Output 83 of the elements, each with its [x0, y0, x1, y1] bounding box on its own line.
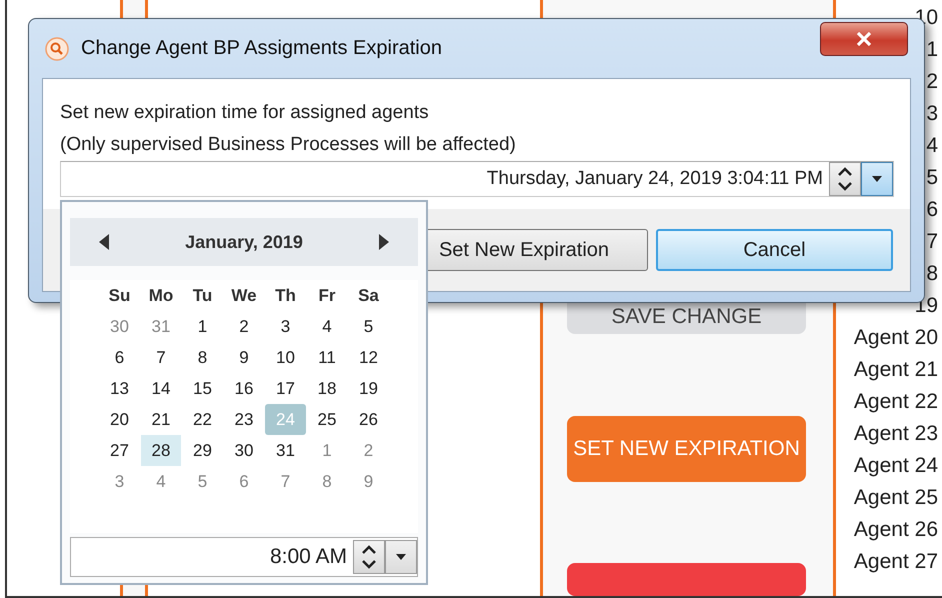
agent-item[interactable]: 7 — [926, 226, 938, 258]
message-text: (Only supervised Business Processes will be affected) — [60, 133, 517, 157]
calendar-day[interactable]: 13 — [99, 373, 140, 404]
calendar-day[interactable]: 4 — [306, 311, 348, 342]
calendar-day[interactable]: 4 — [140, 466, 182, 497]
calendar-day[interactable]: 7 — [140, 342, 182, 373]
agent-item[interactable]: Agent 27 — [854, 546, 938, 578]
calendar-day[interactable]: 2 — [224, 311, 264, 342]
calendar-day[interactable]: 20 — [99, 404, 140, 435]
agent-item[interactable]: 8 — [926, 258, 938, 290]
calendar-day[interactable]: 1 — [182, 311, 223, 342]
calendar-day[interactable]: 2 — [348, 435, 389, 466]
agent-item[interactable]: Agent 26 — [854, 514, 938, 546]
panel-button[interactable] — [567, 562, 806, 596]
window-title: Change Agent BP Assigments Expiration — [81, 37, 442, 60]
calendar-day[interactable]: 5 — [348, 311, 389, 342]
caret-icon[interactable] — [395, 553, 407, 561]
weekday-label: We — [230, 284, 258, 306]
calendar-day[interactable]: 30 — [99, 311, 140, 342]
calendar-day[interactable]: 16 — [224, 373, 264, 404]
calendar-day[interactable]: 6 — [99, 342, 140, 373]
calendar-day[interactable]: 17 — [265, 373, 306, 404]
calendar-day[interactable]: 1 — [306, 435, 348, 466]
calendar-day[interactable]: 25 — [306, 404, 348, 435]
agent-item[interactable]: 2 — [926, 66, 938, 98]
weekday-label: Sa — [357, 284, 380, 306]
calendar-day[interactable]: 12 — [348, 342, 389, 373]
calendar-day[interactable]: 6 — [224, 466, 264, 497]
calendar-day[interactable]: 18 — [306, 373, 348, 404]
calendar-day[interactable]: 31 — [140, 311, 182, 342]
calendar-day[interactable]: 3 — [265, 311, 306, 342]
calendar-day[interactable]: 31 — [265, 435, 306, 466]
next-month-icon[interactable] — [378, 234, 390, 250]
dropdown-button[interactable] — [861, 162, 893, 196]
previous-month-icon[interactable] — [98, 234, 110, 250]
date-field[interactable]: Thursday, January 24, 2019 3:04:11 PM — [60, 161, 894, 197]
close-button[interactable] — [820, 22, 908, 56]
calendar-day[interactable]: 22 — [182, 404, 223, 435]
caret-icon[interactable] — [871, 175, 883, 183]
agent-item[interactable]: 4 — [926, 130, 938, 162]
calendar-day[interactable]: 29 — [182, 435, 223, 466]
calendar-day[interactable]: 30 — [224, 435, 264, 466]
calendar-day[interactable]: 11 — [306, 342, 348, 373]
calendar-day[interactable]: 19 — [348, 373, 389, 404]
agent-item[interactable]: Agent 25 — [854, 482, 938, 514]
weekday-label: Su — [108, 284, 132, 306]
calendar-day[interactable]: 8 — [306, 466, 348, 497]
weekday-label: Tu — [192, 284, 214, 306]
calendar-day[interactable]: 5 — [182, 466, 223, 497]
month-label: January, 2019 — [185, 232, 303, 252]
agent-item[interactable]: 6 — [926, 194, 938, 226]
agent-item[interactable]: Agent 22 — [854, 386, 938, 418]
weekday-label: Fr — [318, 284, 336, 306]
calendar-day[interactable]: 8 — [182, 342, 223, 373]
agent-item[interactable]: Agent 20 — [854, 322, 938, 354]
spin-buttons[interactable] — [353, 540, 385, 574]
agent-item[interactable]: 5 — [926, 162, 938, 194]
close-icon[interactable] — [856, 32, 872, 46]
agent-item[interactable]: 1 — [926, 34, 938, 66]
spin-buttons[interactable] — [829, 162, 861, 196]
calendar-day[interactable]: 21 — [140, 404, 182, 435]
calendar-day[interactable]: 15 — [182, 373, 223, 404]
calendar-day[interactable]: 26 — [348, 404, 389, 435]
dialog-button[interactable]: Cancel — [656, 229, 893, 271]
calendar-day[interactable]: 9 — [348, 466, 389, 497]
calendar-day[interactable]: 9 — [224, 342, 264, 373]
weekday-label: Th — [274, 284, 297, 306]
agent-item[interactable]: Agent 24 — [854, 450, 938, 482]
agent-item[interactable]: Agent 23 — [854, 418, 938, 450]
weekday-label: Mo — [148, 284, 174, 306]
calendar-day[interactable]: 3 — [99, 466, 140, 497]
time-field[interactable]: 8:00 AM — [70, 537, 418, 577]
calendar-day[interactable]: 14 — [140, 373, 182, 404]
calendar-day[interactable]: 23 — [224, 404, 264, 435]
dropdown-button[interactable] — [385, 540, 417, 574]
calendar-day[interactable]: 27 — [99, 435, 140, 466]
calendar-day[interactable]: 28 — [140, 435, 182, 466]
magnifier-icon — [45, 36, 69, 60]
calendar-day[interactable]: 10 — [265, 342, 306, 373]
agent-item[interactable]: Agent 21 — [854, 354, 938, 386]
calendar-day[interactable]: 7 — [265, 466, 306, 497]
message-text: Set new expiration time for assigned agents — [60, 101, 430, 125]
agent-item[interactable]: 3 — [926, 98, 938, 130]
